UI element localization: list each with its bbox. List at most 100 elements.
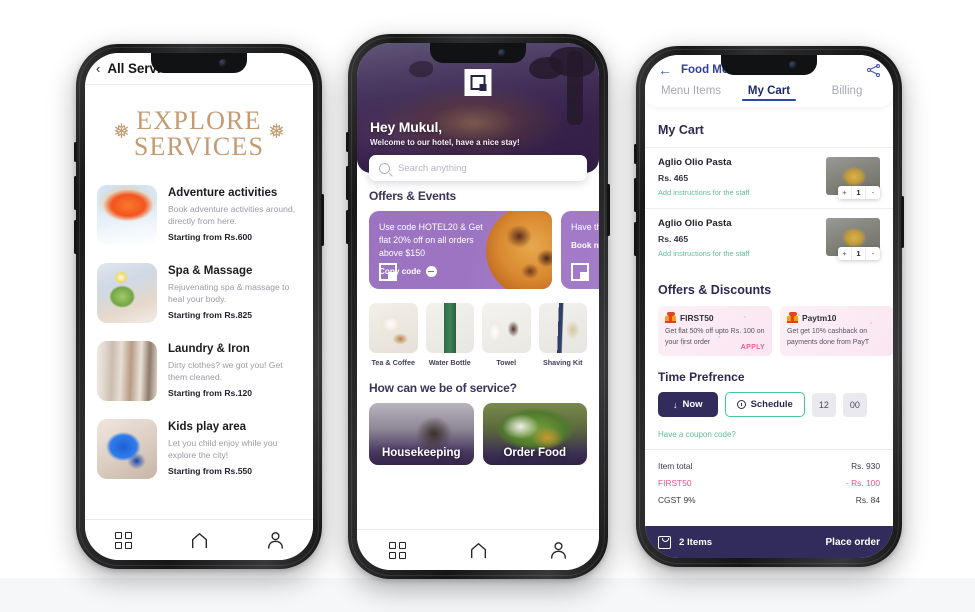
front-camera-icon <box>498 49 506 57</box>
amenity-item[interactable]: Towel <box>482 303 531 367</box>
now-label: Now <box>682 399 703 410</box>
service-section-title: How can we be of service? <box>369 381 517 395</box>
service-description: Let you child enjoy while you explore th… <box>168 438 278 461</box>
bill-details: Item total Rs. 930 FIRST50 - Rs. 100 CGS… <box>645 449 893 508</box>
amenity-item[interactable]: Shaving Kit <box>538 303 587 367</box>
service-name: Spa & Massage <box>168 265 253 277</box>
phone-side-button <box>634 144 637 164</box>
phone-mockup-cart: ← Food Menu Menu Items My Cart Billing M… <box>634 46 904 567</box>
offers-carousel[interactable]: Use code HOTEL20 & Get flat 20% off on a… <box>357 211 599 289</box>
cart-row[interactable]: Aglio Olio Pasta Rs. 465 Add instruction… <box>645 208 893 269</box>
tab-billing[interactable]: Billing <box>811 85 883 101</box>
phone-power-button <box>321 194 324 246</box>
amenity-label: Tea & Coffee <box>371 358 415 367</box>
book-now-label: Book no <box>571 240 599 250</box>
list-item[interactable]: Spa & Massage Rejuvenating spa & massage… <box>97 254 301 332</box>
book-now-button[interactable]: Book no <box>571 241 599 250</box>
copy-code-button[interactable]: Copy code <box>379 266 542 278</box>
decrease-quantity-button[interactable]: - <box>866 247 880 260</box>
increase-quantity-button[interactable]: + <box>838 247 852 260</box>
bill-value: Rs. 930 <box>851 460 880 471</box>
phone-volume-up-button <box>346 166 349 200</box>
bill-row: CGST 9% Rs. 84 <box>658 491 880 508</box>
minute-field[interactable]: 00 <box>842 392 867 417</box>
now-button[interactable]: ↓ Now <box>658 392 718 417</box>
bottom-navigation <box>85 519 313 560</box>
phone-volume-up-button <box>74 176 77 210</box>
person-icon <box>551 542 567 559</box>
hotel-logo-icon <box>379 263 397 281</box>
offer-card[interactable]: Use code HOTEL20 & Get flat 20% off on a… <box>369 211 552 289</box>
service-name: Laundry & Iron <box>168 343 250 355</box>
cart-item-price: Rs. 465 <box>658 234 689 244</box>
screen-all-services: ‹ All Services ❅ EXPLORE SERVICES ❅ Adve… <box>85 53 313 560</box>
share-icon[interactable] <box>867 63 880 77</box>
phone-notch <box>721 55 817 75</box>
home-icon <box>470 542 486 558</box>
nav-item-profile[interactable] <box>518 541 599 559</box>
add-instructions-link[interactable]: Add instructions for the staff <box>658 188 818 197</box>
schedule-button[interactable]: Schedule <box>724 392 805 417</box>
hour-field[interactable]: 12 <box>811 392 836 417</box>
decrease-quantity-button[interactable]: - <box>866 186 880 199</box>
cart-row[interactable]: Aglio Olio Pasta Rs. 465 Add instruction… <box>645 147 893 208</box>
service-cards-row: Housekeeping Order Food <box>357 403 599 465</box>
quantity-stepper[interactable]: + 1 - <box>838 247 880 260</box>
increase-quantity-button[interactable]: + <box>838 186 852 199</box>
cart-heading: My Cart <box>658 123 704 137</box>
nav-item-grid[interactable] <box>85 531 161 549</box>
service-card-label: Order Food <box>503 447 567 459</box>
amenity-image <box>425 303 474 353</box>
explore-banner: ❅ EXPLORE SERVICES ❅ <box>85 86 313 170</box>
discount-carousel[interactable]: FIRST50 Get flat 50% off upto Rs. 100 on… <box>645 306 893 356</box>
bill-value: - Rs. 100 <box>846 477 880 488</box>
service-thumbnail <box>97 419 157 479</box>
add-instructions-link[interactable]: Add instructions for the staff <box>658 249 818 258</box>
amenity-label: Water Bottle <box>428 358 471 367</box>
list-item[interactable]: Kids play area Let you child enjoy while… <box>97 410 301 488</box>
grid-icon <box>114 531 132 549</box>
offer-card[interactable]: Have th Dive fr experie Book no <box>561 211 599 289</box>
place-order-bar[interactable]: 2 Items Place order <box>645 526 893 558</box>
palm-frond-decoration <box>529 57 563 79</box>
list-item[interactable]: Adventure activities Book adventure acti… <box>97 176 301 254</box>
service-thumbnail <box>97 263 157 323</box>
amenity-image <box>538 303 587 353</box>
pizza-photo <box>486 211 552 289</box>
explore-heading-line2: SERVICES <box>133 132 265 161</box>
arrow-left-icon[interactable]: ← <box>658 63 672 77</box>
screenshot-canvas: ‹ All Services ❅ EXPLORE SERVICES ❅ Adve… <box>0 0 975 612</box>
cart-scroll: My Cart Aglio Olio Pasta Rs. 465 Add ins… <box>645 111 893 526</box>
list-item[interactable]: Laundry & Iron Dirty clothes? we got you… <box>97 332 301 410</box>
chevron-left-icon[interactable]: ‹ <box>96 62 100 75</box>
bill-row: Item total Rs. 930 <box>658 457 880 474</box>
amenity-item[interactable]: Tea & Coffee <box>369 303 418 367</box>
arrow-down-icon: ↓ <box>673 399 678 410</box>
welcome-text: Welcome to our hotel, have a nice stay! <box>370 138 520 147</box>
tab-my-cart[interactable]: My Cart <box>733 85 805 102</box>
nav-item-grid[interactable] <box>357 541 438 559</box>
apply-button[interactable]: APPLY <box>741 344 765 351</box>
nav-item-home[interactable] <box>438 542 519 559</box>
amenity-item[interactable]: Water Bottle <box>425 303 474 367</box>
service-card-order-food[interactable]: Order Food <box>482 403 587 465</box>
amenity-image <box>482 303 531 353</box>
quantity-stepper[interactable]: + 1 - <box>838 186 880 199</box>
nav-item-home[interactable] <box>161 532 237 549</box>
discount-card[interactable]: Paytm10 Get get 10% cashback on payments… <box>780 306 893 356</box>
discount-card[interactable]: FIRST50 Get flat 50% off upto Rs. 100 on… <box>658 306 772 356</box>
home-icon <box>191 532 207 548</box>
flourish-right-icon: ❅ <box>268 121 285 143</box>
service-card-housekeeping[interactable]: Housekeeping <box>369 403 474 465</box>
service-description: Book adventure activities around, direct… <box>168 204 296 227</box>
service-card-label: Housekeeping <box>381 447 461 459</box>
coupon-link[interactable]: Have a coupon code? <box>645 417 893 449</box>
bill-value: Rs. 84 <box>855 494 880 505</box>
tab-menu-items[interactable]: Menu Items <box>655 85 727 101</box>
nav-item-profile[interactable] <box>237 531 313 549</box>
search-input[interactable]: Search anything <box>369 155 587 181</box>
service-price: Starting from Rs.550 <box>168 466 253 477</box>
time-preference-controls: ↓ Now Schedule 12 00 <box>645 392 893 417</box>
phone-power-button <box>607 184 610 236</box>
place-order-button[interactable]: Place order <box>826 537 880 548</box>
